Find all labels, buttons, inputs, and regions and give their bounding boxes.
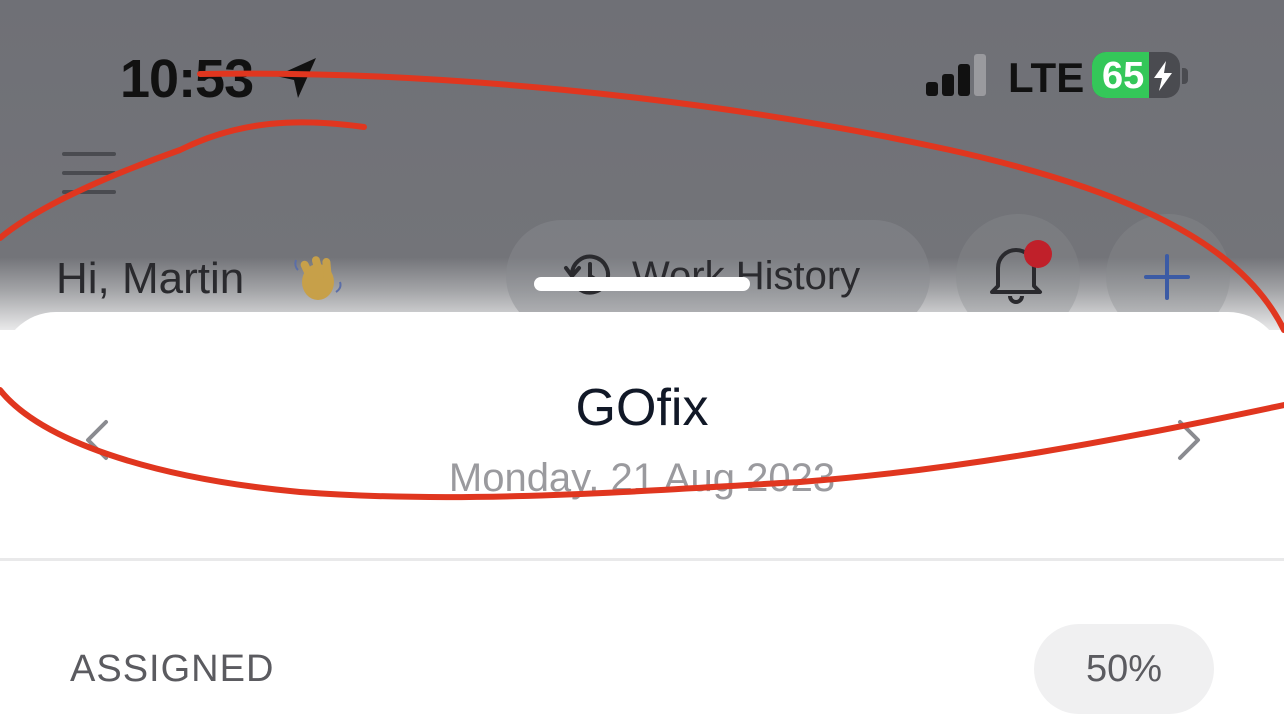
red-scribble-annotation — [0, 70, 1284, 501]
